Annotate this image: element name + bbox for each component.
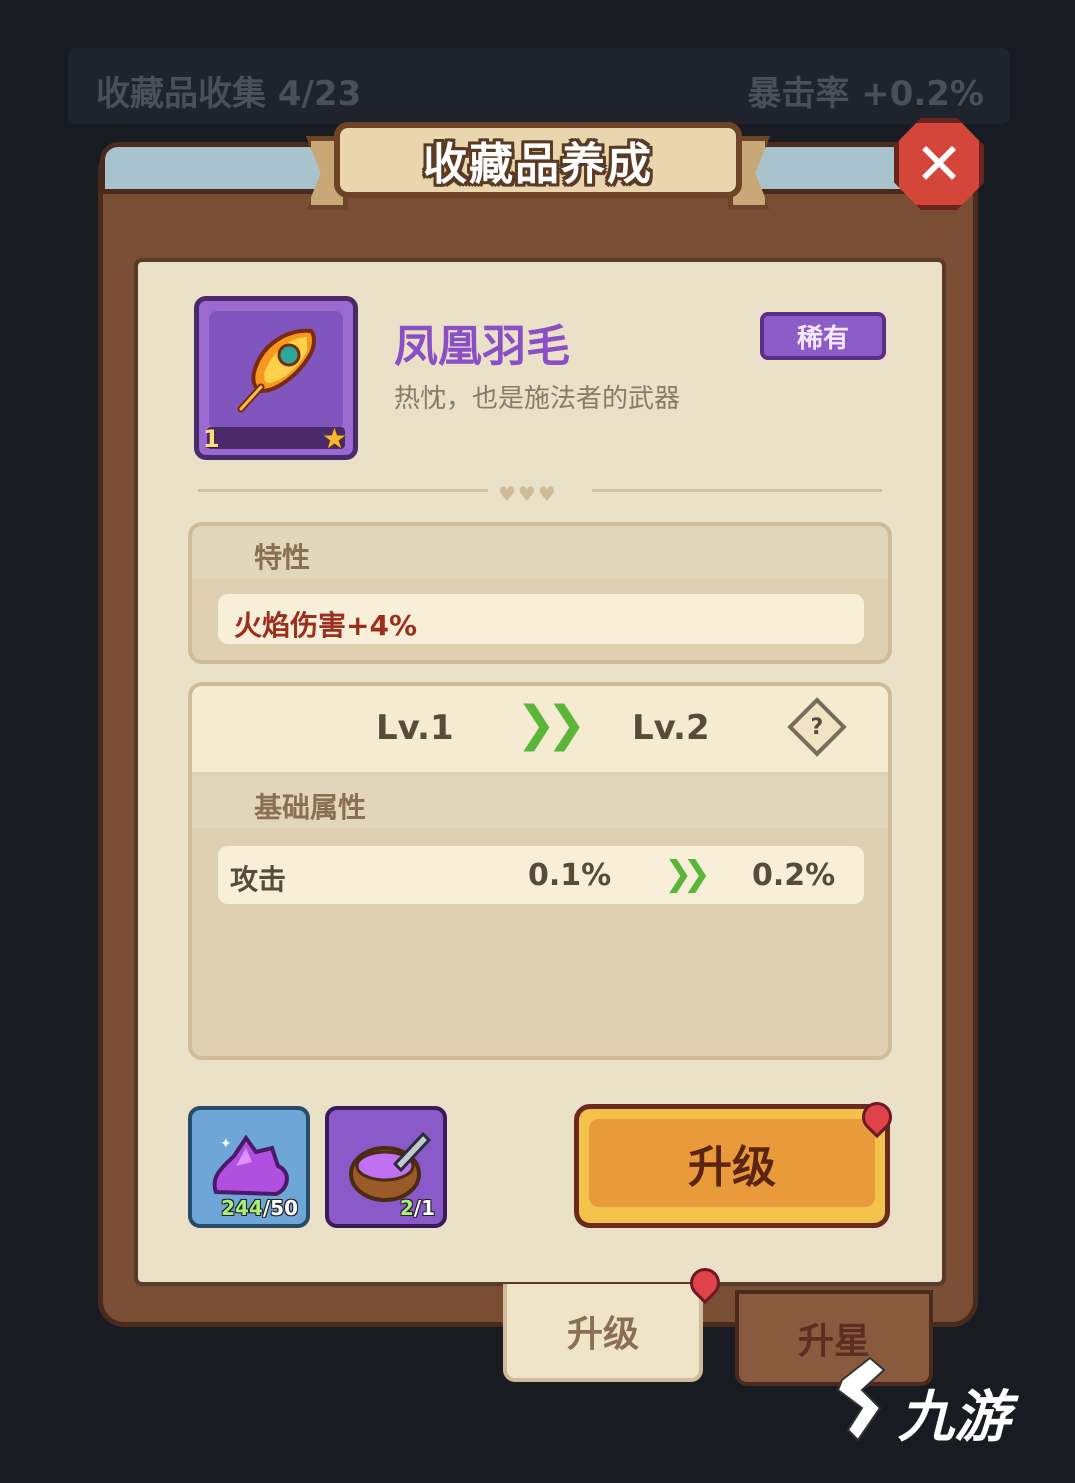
frame-ice-left	[100, 142, 330, 194]
next-level: Lv.2	[632, 708, 710, 748]
item-level: 1	[203, 425, 220, 453]
item-name: 凤凰羽毛	[394, 321, 570, 372]
material-count: 2/1	[399, 1196, 435, 1220]
material-slot-crystal[interactable]: ✦ 244/50	[188, 1106, 310, 1228]
traits-section: 特性 火焰伤害+4%	[188, 522, 892, 664]
stat-value-next: 0.2%	[752, 858, 836, 893]
help-icon: ?	[810, 714, 824, 740]
svg-text:✦: ✦	[220, 1136, 232, 1152]
stat-row: 攻击 0.1% ❯❯ 0.2%	[218, 846, 864, 904]
heart-ornament-icon: ♥♥♥	[498, 482, 558, 506]
double-arrow-icon: ❯❯	[664, 854, 711, 894]
material-slot-potion[interactable]: 2/1	[325, 1106, 447, 1228]
material-count: 244/50	[221, 1196, 298, 1220]
crit-rate-label: 暴击率 +0.2%	[747, 74, 984, 114]
base-stats-title: 基础属性	[254, 791, 367, 824]
panel-title-banner: 收藏品养成	[334, 122, 742, 198]
star-icon: ★	[321, 422, 347, 455]
level-stats-section: Lv.1 ❯❯ Lv.2 ? 基础属性 攻击 0.1% ❯❯ 0.2%	[188, 682, 892, 1060]
close-button[interactable]: ✕	[894, 118, 984, 210]
item-card[interactable]: 1 ★	[194, 296, 358, 460]
stat-value-current: 0.1%	[528, 858, 612, 893]
collection-count-label: 收藏品收集 4/23	[96, 74, 362, 114]
trait-value: 火焰伤害+4%	[234, 609, 417, 642]
upgrade-button-label: 升级	[688, 1142, 776, 1193]
section-divider: ♥♥♥	[198, 482, 882, 506]
close-icon: ✕	[914, 130, 964, 198]
tab-upgrade[interactable]: 升级	[503, 1284, 703, 1382]
double-arrow-icon: ❯❯	[516, 696, 587, 752]
current-level: Lv.1	[376, 708, 454, 748]
upgrade-button[interactable]: 升级	[574, 1104, 890, 1228]
phoenix-feather-icon	[237, 328, 316, 413]
rarity-badge: 稀有	[760, 312, 886, 360]
stat-name: 攻击	[230, 863, 287, 896]
level-compare-header: Lv.1 ❯❯ Lv.2 ?	[192, 686, 888, 772]
coconut-potion-icon	[349, 1131, 432, 1202]
collection-progress-bar: 收藏品收集 4/23 暴击率 +0.2%	[68, 48, 1010, 124]
item-description: 热忱，也是施法者的武器	[394, 384, 681, 414]
trait-row: 火焰伤害+4%	[218, 594, 864, 644]
watermark-text: 九游	[898, 1385, 1010, 1450]
traits-title: 特性	[254, 541, 311, 574]
tab-upgrade-label: 升级	[566, 1314, 639, 1355]
upgrade-button-face: 升级	[589, 1119, 875, 1207]
purple-crystal-icon: ✦	[212, 1134, 289, 1197]
panel-title: 收藏品养成	[423, 139, 653, 190]
help-button[interactable]: ?	[787, 697, 847, 757]
